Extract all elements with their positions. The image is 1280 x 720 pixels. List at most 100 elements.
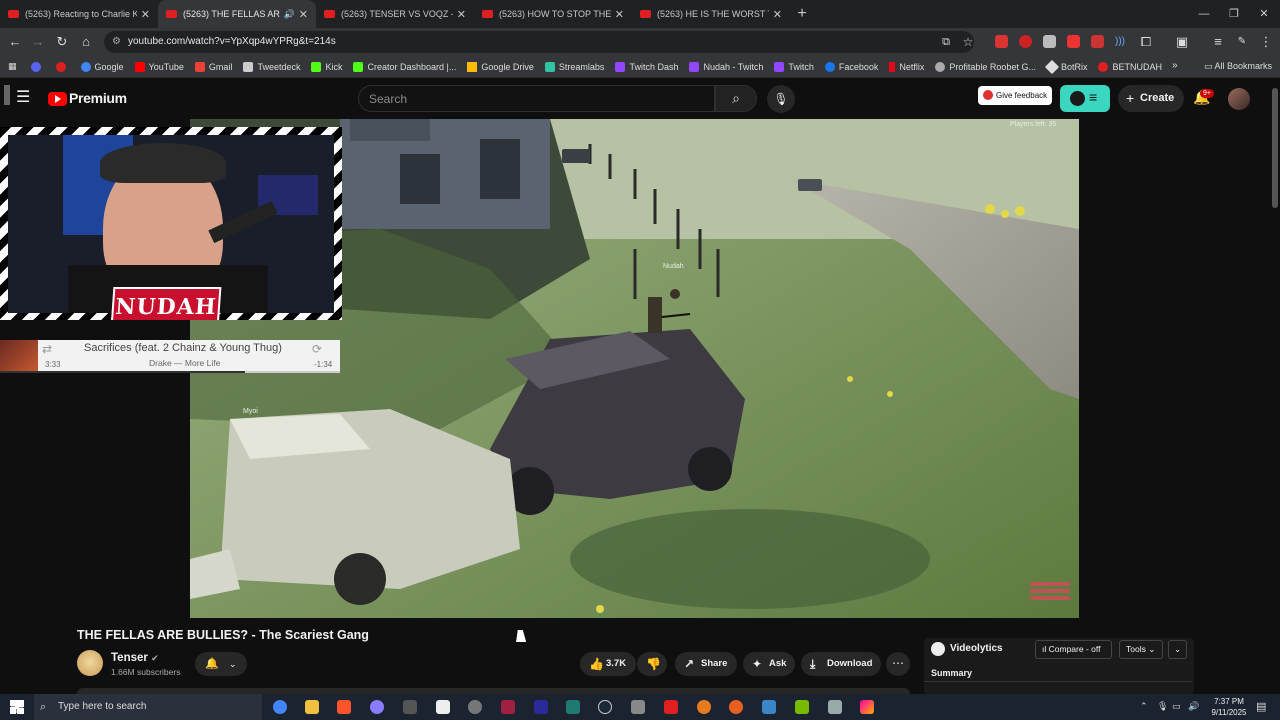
extension-icon[interactable] <box>1067 35 1080 48</box>
bookmark-item[interactable]: Twitch <box>774 61 814 72</box>
extensions-puzzle-icon[interactable]: ⧠ <box>1136 32 1156 52</box>
browser-tab[interactable]: (5263) TENSER VS VOQZ - YouTube ✕ <box>316 0 474 28</box>
notepad-icon[interactable] <box>436 700 450 714</box>
sidepanel-icon[interactable]: ▣ <box>1172 32 1192 52</box>
account-avatar[interactable] <box>1228 88 1250 110</box>
like-button[interactable]: 👍 3.7K <box>580 652 636 676</box>
app-icon[interactable] <box>762 700 776 714</box>
search-icon[interactable]: ⌕ <box>715 85 757 112</box>
page-scrollbar[interactable] <box>1272 88 1278 208</box>
site-info-icon[interactable]: ⚙ <box>112 31 121 53</box>
back-icon[interactable]: ← <box>5 32 25 52</box>
calculator-icon[interactable] <box>828 700 842 714</box>
extension-icon[interactable] <box>1043 35 1056 48</box>
menu-kebab-icon[interactable]: ⋮ <box>1256 32 1276 52</box>
premiere-icon[interactable] <box>534 700 548 714</box>
obs-icon[interactable] <box>468 700 482 714</box>
discord-icon[interactable] <box>370 700 384 714</box>
bookmark-item[interactable]: Netflix <box>889 61 924 72</box>
bookmark-item[interactable]: Streamlabs <box>544 61 604 72</box>
app-icon[interactable] <box>501 700 515 714</box>
subscribed-bell-button[interactable]: 🔔 ⌄ <box>195 652 247 676</box>
tools-dropdown[interactable]: Tools ⌄ <box>1119 640 1163 659</box>
bookmark-item[interactable]: Tweetdeck <box>243 61 300 72</box>
all-bookmarks[interactable]: ▭ All Bookmarks <box>1204 61 1272 72</box>
steam-icon[interactable] <box>598 700 612 714</box>
new-tab-icon[interactable]: + <box>790 0 814 28</box>
bookmark-item[interactable]: Twitch Dash <box>615 61 678 72</box>
reading-list-icon[interactable]: ≡ <box>1208 32 1228 52</box>
bookmark-item[interactable]: YouTube <box>134 61 184 72</box>
bookmark-discord[interactable] <box>30 61 45 72</box>
volume-icon[interactable]: 🔊 <box>1188 701 1199 712</box>
browser-tab-active[interactable]: (5263) THE FELLAS ARE BULLIES 🔊 ✕ <box>158 0 316 28</box>
bookmark-item[interactable]: Gmail <box>194 61 232 72</box>
reload-icon[interactable]: ↻ <box>52 32 72 52</box>
app-icon[interactable] <box>664 700 678 714</box>
minimize-icon[interactable]: — <box>1188 0 1220 28</box>
apps-grid-icon[interactable]: ▦ <box>8 61 17 72</box>
collapse-chevron-icon[interactable]: ⌄ <box>1168 640 1187 659</box>
more-actions-icon[interactable]: ⋯ <box>886 652 910 676</box>
chrome-icon[interactable] <box>273 700 287 714</box>
extension-icon[interactable] <box>1091 35 1104 48</box>
bookmark-item[interactable]: Kick <box>311 61 342 72</box>
create-button[interactable]: + Create <box>1118 85 1184 112</box>
hamburger-menu-icon[interactable]: ☰ <box>16 87 30 107</box>
browser-tab[interactable]: (5263) HE IS THE WORST TEAMMATE ✕ <box>632 0 790 28</box>
app-icon[interactable] <box>403 700 417 714</box>
bookmark-item[interactable]: BotRix <box>1044 59 1087 74</box>
channel-avatar[interactable] <box>77 650 103 676</box>
forward-icon[interactable]: → <box>28 32 48 52</box>
bookmark-item[interactable]: BETNUDAH <box>1098 61 1162 72</box>
overflow-chevron-icon[interactable]: » <box>1172 60 1178 71</box>
channel-name[interactable]: Tenser ✔ <box>111 652 159 664</box>
dislike-button[interactable]: 👎 <box>637 652 667 676</box>
windows-start-icon[interactable] <box>10 700 24 714</box>
bookmark-item[interactable]: Nudah - Twitch <box>689 61 763 72</box>
extension-icon[interactable]: ))) <box>1110 32 1130 52</box>
network-icon[interactable]: ▭ <box>1172 701 1181 712</box>
cast-icon[interactable]: ⧉ <box>936 32 956 52</box>
ask-button[interactable]: ✦ Ask <box>743 652 795 676</box>
compare-toggle[interactable]: ıl Compare - off <box>1035 640 1112 659</box>
restore-icon[interactable]: ❐ <box>1218 0 1250 28</box>
address-bar[interactable]: ⚙ youtube.com/watch?v=YpXqp4wYPRg&t=214s <box>104 31 974 53</box>
close-tab-icon[interactable]: ✕ <box>457 8 466 21</box>
close-window-icon[interactable]: ✕ <box>1248 0 1280 28</box>
extension-menu-button[interactable]: ≡ <box>1060 85 1110 112</box>
bookmark-red[interactable] <box>55 61 70 72</box>
youtube-logo-icon[interactable] <box>48 92 67 106</box>
app-icon[interactable] <box>697 700 711 714</box>
bookmark-item[interactable]: Google <box>80 61 124 72</box>
taskbar-search-input[interactable]: ⌕ Type here to search <box>34 694 262 720</box>
bookmark-star-icon[interactable]: ☆ <box>958 32 978 52</box>
speaker-icon[interactable]: 🔊 <box>284 9 295 20</box>
bookmark-item[interactable]: Google Drive <box>467 61 534 72</box>
file-explorer-icon[interactable] <box>305 700 319 714</box>
app-icon[interactable] <box>860 700 874 714</box>
brave-icon[interactable] <box>337 700 351 714</box>
tray-chevron-icon[interactable]: ⌃ <box>1140 701 1148 712</box>
give-feedback-button[interactable]: Give feedback <box>978 86 1052 105</box>
close-tab-icon[interactable]: ✕ <box>141 8 150 21</box>
notifications-icon[interactable]: ▤ <box>1256 700 1266 713</box>
extension-icon[interactable] <box>1019 35 1032 48</box>
search-input[interactable]: Search <box>358 85 715 112</box>
app-icon[interactable] <box>566 700 580 714</box>
bookmark-item[interactable]: Facebook <box>824 61 878 72</box>
extension-icon[interactable] <box>995 35 1008 48</box>
microphone-icon[interactable]: 🎙 <box>767 85 795 113</box>
browser-tab[interactable]: (5263) Reacting to Charlie Kirk ✕ <box>0 0 158 28</box>
share-button[interactable]: ↗ Share <box>675 652 737 676</box>
close-tab-icon[interactable]: ✕ <box>615 8 624 21</box>
home-icon[interactable]: ⌂ <box>76 32 96 52</box>
browser-tab[interactable]: (5263) HOW TO STOP THE CLOCK ✕ <box>474 0 632 28</box>
download-button[interactable]: ⤓ Download <box>801 652 881 676</box>
tray-mic-icon[interactable]: 🎙 <box>1157 701 1168 712</box>
youtube-premium-logo[interactable]: Premium <box>69 90 127 106</box>
nvidia-icon[interactable] <box>795 700 809 714</box>
close-tab-icon[interactable]: ✕ <box>299 8 308 21</box>
app-icon[interactable] <box>631 700 645 714</box>
bookmark-item[interactable]: Profitable Roobet G... <box>935 61 1036 72</box>
